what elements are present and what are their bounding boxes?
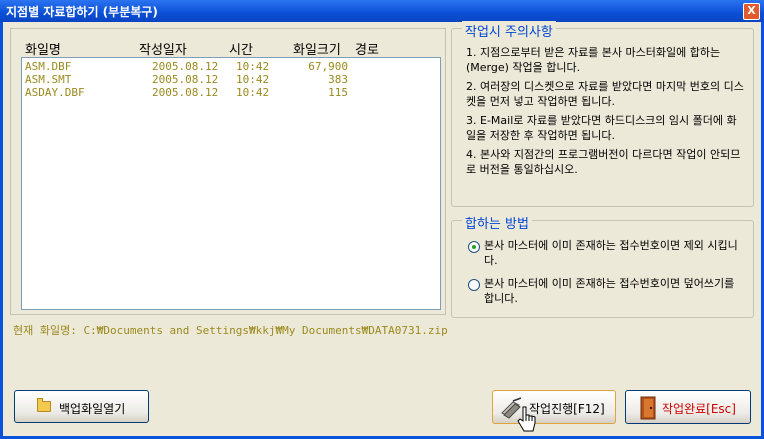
file-date: 2005.08.12	[152, 73, 219, 86]
open-backup-label: 백업화일열기	[59, 402, 126, 416]
file-row[interactable]: ASM.DBF 2005.08.12 10:42 67,900	[22, 60, 440, 73]
file-row[interactable]: ASM.SMT 2005.08.12 10:42 383	[22, 73, 440, 86]
merge-option-skip-radio[interactable]	[468, 241, 480, 253]
file-name: ASDAY.DBF	[25, 86, 85, 99]
column-header-time: 시간	[229, 43, 253, 58]
merge-option-overwrite-label[interactable]: 본사 마스터에 이미 존재하는 접수번호이면 덮어쓰기를 합니다.	[484, 276, 744, 306]
folder-icon	[37, 398, 51, 412]
note-item: 1. 지점으로부터 받은 자료를 본사 마스터화일에 합하는(Merge) 작업…	[466, 46, 721, 74]
file-row[interactable]: ASDAY.DBF 2005.08.12 10:42 115	[22, 86, 440, 99]
merge-dialog-window: 지점별 자료합하기 (부분복구) X 화일명 작성일자 시간 화일크기 경로 A…	[0, 0, 764, 439]
file-size: 67,900	[308, 60, 348, 73]
file-time: 10:42	[236, 73, 270, 86]
notes-groupbox: 작업시 주의사항 1. 지점으로부터 받은 자료를 본사 마스터화일에 합하는(…	[451, 21, 754, 207]
merge-legend: 합하는 방법	[462, 213, 532, 232]
close-icon: X	[747, 4, 756, 17]
merge-option-overwrite-radio[interactable]	[468, 279, 480, 291]
notes-legend: 작업시 주의사항	[462, 21, 556, 40]
close-button[interactable]: X	[743, 3, 760, 20]
hand-cursor-icon	[517, 406, 536, 432]
finish-task-button[interactable]: 작업완료[Esc]	[625, 390, 751, 424]
note-item: 4. 본사와 지점간의 프로그램버전이 다르다면 작업이 안되므로 버전을 통일…	[466, 148, 741, 176]
file-name: ASM.SMT	[25, 73, 72, 86]
merge-option-skip-label[interactable]: 본사 마스터에 이미 존재하는 접수번호이면 제외 시킵니다.	[484, 238, 744, 268]
file-listbox[interactable]: ASM.DBF 2005.08.12 10:42 67,900 ASM.SMT …	[21, 57, 441, 310]
dialog-client-area: 화일명 작성일자 시간 화일크기 경로 ASM.DBF 2005.08.12 1…	[3, 21, 761, 436]
note-item: 3. E-Mail로 자료를 받았다면 하드디스크의 임시 폴더에 화일을 저장…	[466, 114, 737, 142]
file-size: 115	[328, 86, 348, 99]
file-time: 10:42	[236, 86, 270, 99]
merge-method-groupbox: 합하는 방법 본사 마스터에 이미 존재하는 접수번호이면 제외 시킵니다. 본…	[451, 213, 754, 318]
file-time: 10:42	[236, 60, 270, 73]
exit-door-icon	[640, 396, 656, 420]
column-header-size: 화일크기	[293, 43, 341, 58]
column-header-date: 작성일자	[139, 43, 187, 58]
title-bar[interactable]: 지점별 자료합하기 (부분복구) X	[0, 0, 764, 22]
window-title: 지점별 자료합하기 (부분복구)	[6, 5, 158, 19]
file-date: 2005.08.12	[152, 60, 219, 73]
file-date: 2005.08.12	[152, 86, 219, 99]
current-file-path: 현재 화일명: C:₩Documents and Settings₩kkj₩My…	[13, 324, 448, 337]
file-name: ASM.DBF	[25, 60, 72, 73]
column-header-path: 경로	[355, 43, 379, 58]
file-size: 383	[328, 73, 348, 86]
run-task-button[interactable]: 작업진행[F12]	[492, 390, 616, 424]
file-list-panel: 화일명 작성일자 시간 화일크기 경로 ASM.DBF 2005.08.12 1…	[10, 28, 446, 315]
column-header-name: 화일명	[25, 43, 61, 58]
open-backup-button[interactable]: 백업화일열기	[14, 390, 149, 423]
finish-task-label: 작업완료[Esc]	[662, 402, 736, 416]
run-task-label: 작업진행[F12]	[529, 402, 605, 416]
note-item: 2. 여러장의 디스켓으로 자료를 받았다면 마지막 번호의 디스켓을 먼저 넣…	[466, 80, 744, 108]
